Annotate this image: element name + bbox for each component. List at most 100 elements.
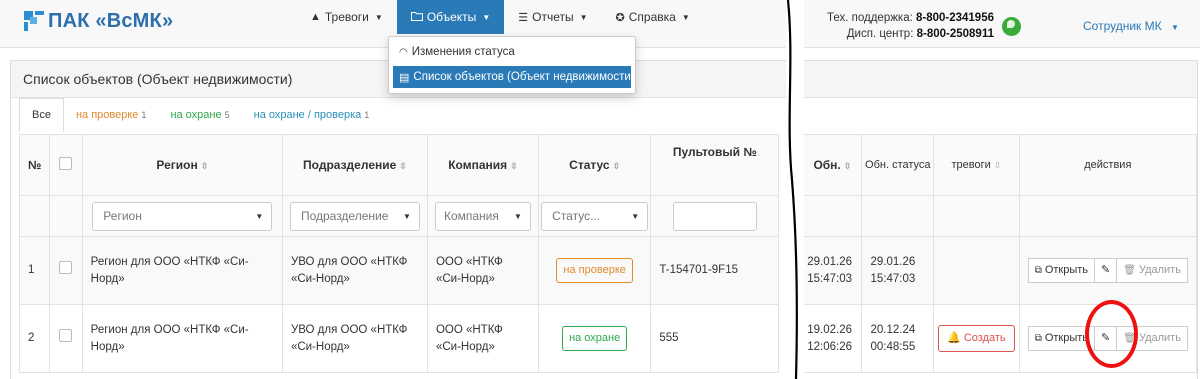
col-status-updated[interactable]: Обн. статуса <box>861 134 935 196</box>
tab-label: Все <box>32 109 51 121</box>
row-console: 555 <box>650 304 780 373</box>
delete-button-label: Удалить <box>1138 264 1181 276</box>
menu-item-status-changes[interactable]: ◠ Изменения статуса <box>393 41 631 63</box>
col-actions-label: действия <box>1084 159 1132 171</box>
console-filter-input[interactable] <box>672 201 757 231</box>
status-filter-value: Статус... <box>552 209 601 223</box>
brand-logo[interactable]: ПАК «ВсМК» <box>24 10 173 33</box>
col-division-label: Подразделение <box>303 158 397 172</box>
highlight-circle <box>1085 300 1138 368</box>
open-button[interactable]: ⧉ Открыть <box>1027 258 1096 283</box>
row-region: Регион для ООО «НТКФ «Си-Норд» <box>81 236 283 305</box>
row-status-cell: на проверке <box>537 236 652 305</box>
dispatch-phone: 8-800-2508911 <box>916 28 994 40</box>
col-status-label: Статус <box>569 158 610 172</box>
col-select[interactable] <box>49 134 83 196</box>
row-division: УВО для ООО «НТКФ «Си-Норд» <box>281 304 428 373</box>
row-alarm-cell <box>933 236 1020 305</box>
division-filter-select[interactable]: Подразделение ▼ <box>289 201 420 231</box>
objects-dropdown-menu: ◠ Изменения статуса ▤ Список объектов (О… <box>388 36 636 94</box>
row-status-cell: на охране <box>537 304 652 373</box>
chevron-down-icon: ▼ <box>514 211 522 221</box>
filter-cell <box>933 195 1020 237</box>
nav-reports-label: Отчеты <box>532 10 574 24</box>
tab-guarded-checking[interactable]: на охране / проверка 1 <box>242 98 382 132</box>
filter-cell: Регион ▼ <box>81 195 283 237</box>
rss-icon: ◠ <box>399 46 408 58</box>
document-icon: ▤ <box>399 71 410 84</box>
tab-guarded[interactable]: на охране 5 <box>158 98 241 132</box>
row-console: T-154701-9F15 <box>650 236 780 305</box>
tech-support-label: Тех. поддержка: <box>826 12 913 24</box>
row-status-date: 20.12.24 <box>870 323 916 336</box>
company-filter-select[interactable]: Компания ▼ <box>434 201 531 231</box>
edit-button[interactable]: ✎ <box>1095 258 1118 283</box>
col-updated[interactable]: Обн. ⇳ <box>802 134 863 196</box>
main-menu: ▲ Тревоги ▼ Объекты ▼ ☰ Отчеты ▼ ✪ Справ… <box>296 0 704 38</box>
col-console-label: Пультовый № <box>672 145 757 159</box>
col-status[interactable]: Статус ⇳ <box>537 134 652 196</box>
row-select-cell <box>49 304 83 373</box>
delete-button[interactable]: 🗑 Удалить <box>1117 258 1188 283</box>
row-checkbox[interactable] <box>59 329 73 342</box>
objects-panel: Список объектов (Объект недвижимости) Вс… <box>10 60 1198 379</box>
row-checkbox[interactable] <box>59 261 73 274</box>
tab-count: 5 <box>224 110 230 120</box>
select-all-checkbox[interactable] <box>59 157 73 170</box>
row-company: ООО «НТКФ «Си-Норд» <box>426 304 539 373</box>
region-filter-select[interactable]: Регион ▼ <box>92 201 273 231</box>
row-updated: 29.01.26 15:47:03 <box>802 236 863 305</box>
tab-all[interactable]: Все <box>19 98 64 132</box>
row-region: Регион для ООО «НТКФ «Си-Норд» <box>81 304 283 373</box>
col-company[interactable]: Компания ⇳ <box>426 134 539 196</box>
sort-icon: ⇳ <box>843 161 852 171</box>
nav-alarms[interactable]: ▲ Тревоги ▼ <box>296 0 397 34</box>
chevron-down-icon: ▼ <box>579 12 588 22</box>
status-badge: на проверке <box>556 258 633 283</box>
user-name: Сотрудник МК <box>1083 19 1162 33</box>
status-tabs: Все на проверке 1 на охране 5 на охране … <box>19 98 381 132</box>
col-alarms-label: тревоги <box>951 159 991 171</box>
nav-alarms-label: Тревоги <box>324 10 369 24</box>
col-num[interactable]: № <box>18 134 51 196</box>
nav-help[interactable]: ✪ Справка ▼ <box>602 0 704 34</box>
row-status-date: 29.01.26 <box>870 255 916 268</box>
tab-label: на охране <box>170 109 222 121</box>
row-num: 2 <box>18 304 51 373</box>
objects-table: № Регион ⇳ Подразделение ⇳ Компания ⇳ Стату… <box>18 134 1198 373</box>
col-alarms[interactable]: тревоги ⇳ <box>933 134 1020 196</box>
globe-icon[interactable] <box>1002 17 1021 36</box>
col-region[interactable]: Регион ⇳ <box>81 134 283 196</box>
delete-button-label: Удалить <box>1138 332 1181 344</box>
table-row[interactable]: 1 Регион для ООО «НТКФ «Си-Норд» УВО для… <box>18 236 1198 305</box>
row-updated-time: 15:47:03 <box>807 272 853 285</box>
row-status-updated: 29.01.26 15:47:03 <box>861 236 935 305</box>
create-alarm-button[interactable]: 🔔 Создать <box>938 325 1015 352</box>
row-num: 1 <box>18 236 51 305</box>
table-row[interactable]: 2 Регион для ООО «НТКФ «Си-Норд» УВО для… <box>18 304 1198 373</box>
row-status-updated: 20.12.24 00:48:55 <box>861 304 935 373</box>
nav-reports[interactable]: ☰ Отчеты ▼ <box>504 0 601 34</box>
user-menu[interactable]: Сотрудник МК ▼ <box>1083 19 1179 33</box>
chevron-down-icon: ▼ <box>403 211 411 221</box>
row-status-time: 15:47:03 <box>870 272 916 285</box>
chevron-down-icon: ▼ <box>374 12 383 22</box>
division-filter-value: Подразделение <box>300 209 389 223</box>
list-icon: ☰ <box>518 11 529 24</box>
tab-count: 1 <box>141 110 147 120</box>
filter-cell <box>18 195 51 237</box>
bell-icon: 🔔 <box>947 332 961 344</box>
row-alarm-cell: 🔔 Создать <box>933 304 1020 373</box>
folder-icon <box>410 11 423 24</box>
nav-help-label: Справка <box>628 10 676 24</box>
menu-item-objects-list[interactable]: ▤ Список объектов (Объект недвижимости) <box>393 66 635 88</box>
status-filter-select[interactable]: Статус... ▼ <box>541 201 649 231</box>
row-updated: 19.02.26 12:06:26 <box>802 304 863 373</box>
sort-icon: ⇳ <box>510 161 518 171</box>
nav-objects[interactable]: Объекты ▼ <box>396 0 505 34</box>
row-actions-cell: ⧉ Открыть ✎ 🗑 Удалить <box>1018 236 1198 305</box>
chevron-down-icon: ▼ <box>255 211 264 221</box>
col-division[interactable]: Подразделение ⇳ <box>281 134 428 196</box>
tab-checking[interactable]: на проверке 1 <box>64 98 158 132</box>
col-console[interactable]: Пультовый № <box>650 134 780 196</box>
